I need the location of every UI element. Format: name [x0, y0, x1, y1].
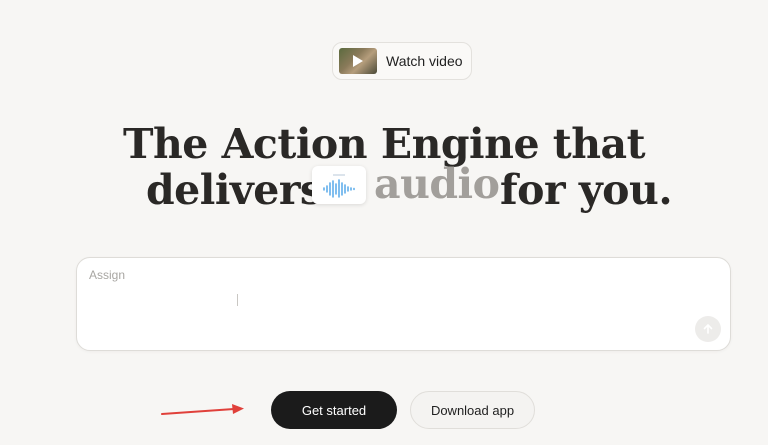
- audio-card: [312, 166, 366, 204]
- hero-headline-delivers: delivers: [146, 166, 323, 214]
- hero-headline-for-you: for you.: [500, 166, 673, 214]
- watch-video-label: Watch video: [386, 53, 463, 69]
- text-cursor: [237, 294, 238, 306]
- get-started-button[interactable]: Get started: [271, 391, 397, 429]
- assign-box[interactable]: [76, 257, 731, 351]
- play-icon: [353, 55, 363, 67]
- send-button[interactable]: [695, 316, 721, 342]
- assign-input[interactable]: [89, 268, 689, 308]
- sound-wave-icon: [323, 174, 355, 198]
- arrow-up-icon: [703, 324, 713, 334]
- landing-page: Watch video The Action Engine that deliv…: [0, 0, 768, 445]
- watch-video-button[interactable]: Watch video: [332, 42, 472, 80]
- hero-rotating-word: audio: [374, 160, 500, 208]
- video-thumbnail: [339, 48, 377, 74]
- download-app-button[interactable]: Download app: [410, 391, 535, 429]
- red-arrow-icon: [161, 404, 244, 415]
